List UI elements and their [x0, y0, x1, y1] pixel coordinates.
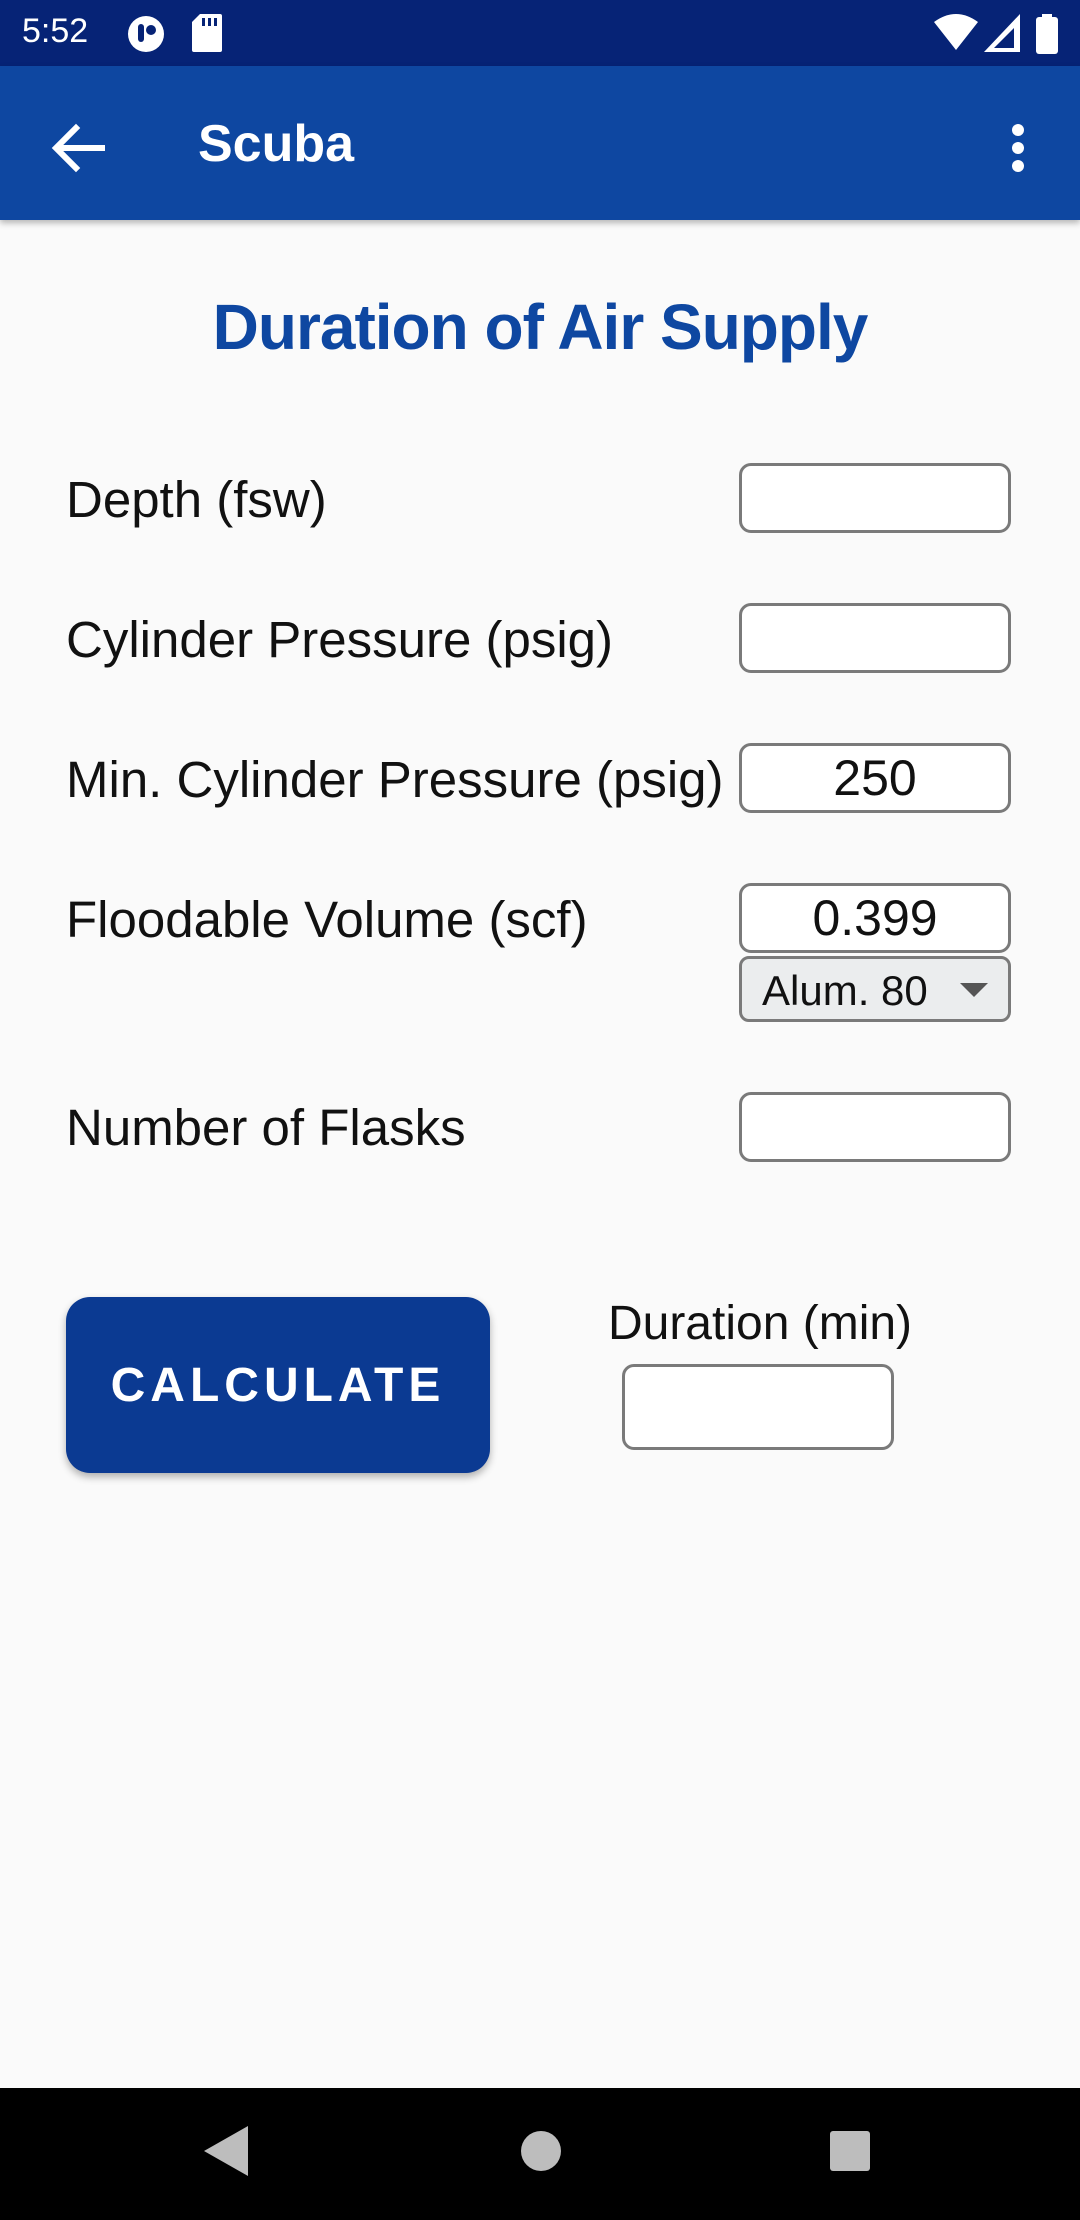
nav-home-button[interactable]: [520, 2126, 562, 2181]
min-cylinder-pressure-label: Min. Cylinder Pressure (psig): [66, 751, 724, 808]
cylinder-pressure-input[interactable]: [739, 603, 1011, 673]
floodable-volume-label: Floodable Volume (scf): [66, 891, 588, 948]
nav-back-button[interactable]: [204, 2126, 248, 2181]
navigation-bar: [0, 2088, 1080, 2220]
more-vert-icon: [1012, 124, 1024, 172]
calculate-button[interactable]: CALCULATE: [66, 1297, 490, 1473]
depth-input[interactable]: [739, 463, 1011, 533]
dropdown-arrow-icon: [960, 983, 988, 997]
back-button[interactable]: [40, 110, 116, 186]
overflow-menu-button[interactable]: [990, 110, 1046, 186]
app-notification-icon: [126, 14, 166, 59]
number-of-flasks-input[interactable]: [739, 1092, 1011, 1162]
nav-recents-button[interactable]: [828, 2126, 872, 2181]
arrow-back-icon: [51, 123, 105, 173]
duration-label: Duration (min): [607, 1297, 913, 1350]
triangle-back-icon: [204, 2126, 248, 2176]
duration-output[interactable]: [622, 1364, 894, 1450]
number-of-flasks-label: Number of Flasks: [66, 1099, 466, 1156]
wifi-icon: [934, 14, 978, 57]
sd-card-icon: [192, 14, 222, 57]
app-bar-title: Scuba: [198, 115, 355, 173]
cylinder-pressure-label: Cylinder Pressure (psig): [66, 611, 614, 668]
battery-icon: [1036, 14, 1058, 59]
floodable-volume-input[interactable]: [739, 883, 1011, 953]
circle-home-icon: [521, 2131, 561, 2171]
cylinder-type-dropdown[interactable]: Alum. 80: [739, 956, 1011, 1022]
page-title: Duration of Air Supply: [212, 291, 869, 363]
signal-icon: [984, 14, 1020, 57]
min-cylinder-pressure-input[interactable]: [739, 743, 1011, 813]
status-bar: 5:52: [0, 0, 1080, 66]
depth-label: Depth (fsw): [66, 471, 327, 528]
status-time: 5:52: [22, 12, 89, 50]
cylinder-type-selected: Alum. 80: [762, 967, 928, 1014]
app-bar: Scuba: [0, 66, 1080, 220]
square-recents-icon: [830, 2131, 870, 2171]
